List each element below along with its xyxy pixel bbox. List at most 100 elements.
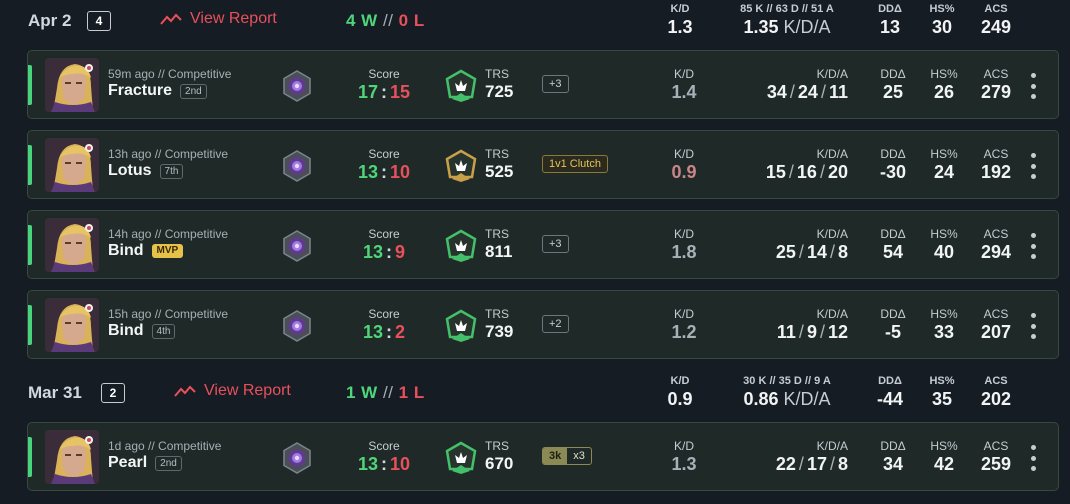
trs-value: 739	[485, 322, 514, 341]
map-name: Lotus	[108, 162, 152, 179]
more-options-icon[interactable]	[1029, 73, 1037, 99]
match-kd: K/D 1.2	[664, 307, 704, 343]
day-kda: 85 K // 63 D // 51 A 1.35 K/D/A	[728, 3, 846, 38]
team-score: 13	[357, 454, 378, 474]
kd-label: K/D	[673, 227, 694, 241]
match-card[interactable]: 1d ago // Competitive Pearl 2nd Score 13…	[27, 422, 1059, 491]
team-score: 17	[357, 82, 378, 102]
stat-label: ACS	[984, 3, 1008, 15]
view-report-link[interactable]: View Report	[160, 10, 277, 28]
kda-breakdown: 85 K // 63 D // 51 A	[740, 3, 834, 15]
trs-icon	[444, 149, 478, 183]
rank-emblem-icon	[281, 150, 313, 182]
more-options-icon[interactable]	[1029, 233, 1037, 259]
agent-portrait	[45, 298, 99, 352]
kills-value: 15	[765, 162, 786, 182]
stat-value: 13	[879, 17, 901, 37]
match-card[interactable]: 59m ago // Competitive Fracture 2nd Scor…	[27, 50, 1059, 119]
match-dd: DDΔ 34	[873, 439, 913, 475]
map-name: Fracture	[108, 82, 173, 99]
trs-icon	[444, 229, 478, 263]
trs-block: TRS 811	[485, 227, 512, 262]
enemy-score: 9	[395, 242, 406, 262]
kda-separator: /	[798, 242, 804, 262]
kda-label: K/D/A	[816, 307, 848, 321]
kda-breakdown: 30 K // 35 D // 9 A	[743, 375, 831, 387]
acs-label: ACS	[983, 67, 1009, 81]
highlight-tag[interactable]: +3	[542, 235, 569, 253]
match-hs: HS% 40	[924, 227, 964, 263]
kda-label: K/D/A	[816, 439, 848, 453]
trs-value: 525	[485, 162, 514, 181]
score-label: Score	[368, 67, 400, 81]
stat-value: -44	[876, 389, 903, 409]
day-header: Mar 31 2 View Report 1 W // 1 L K/D 0.9 …	[0, 372, 1070, 418]
hs-value: 33	[933, 322, 955, 342]
dd-value: -5	[884, 322, 901, 342]
match-kda: K/D/A 11/9/12	[728, 307, 848, 343]
match-card[interactable]: 15h ago // Competitive Bind 4th Score 13…	[27, 290, 1059, 359]
more-options-icon[interactable]	[1029, 313, 1037, 339]
highlight-tag[interactable]: 3k x3	[542, 447, 592, 465]
match-card[interactable]: 14h ago // Competitive Bind MVP Score 13…	[27, 210, 1059, 279]
acs-label: ACS	[983, 227, 1009, 241]
kda-separator: /	[798, 454, 804, 474]
losses-count: 1 L	[398, 383, 425, 402]
stat-label: HS%	[929, 375, 955, 387]
deaths-value: 16	[796, 162, 817, 182]
match-dd: DDΔ 54	[873, 227, 913, 263]
match-acs: ACS 207	[976, 307, 1016, 343]
kills-value: 11	[776, 322, 796, 342]
win-indicator-bar	[28, 225, 32, 265]
trs-block: TRS 670	[485, 439, 513, 474]
stat-value: 202	[980, 389, 1012, 409]
kd-value: 1.3	[671, 454, 697, 474]
kd-value: 1.2	[671, 322, 697, 342]
mvp-badge: MVP	[151, 244, 184, 258]
kills-value: 25	[775, 242, 796, 262]
dd-label: DDΔ	[880, 147, 906, 161]
match-kd: K/D 0.9	[664, 147, 704, 183]
trs-block: TRS 739	[485, 307, 513, 342]
day-date: Apr 2	[28, 11, 72, 30]
more-options-icon[interactable]	[1029, 153, 1037, 179]
match-count-badge: 2	[101, 383, 125, 403]
trs-value: 670	[485, 454, 514, 473]
highlight-tag[interactable]: 1v1 Clutch	[542, 155, 608, 173]
kda-label: K/D/A	[816, 67, 848, 81]
wins-count: 4 W	[346, 11, 378, 30]
score-block: Score 13:2	[338, 307, 430, 343]
day-hs: HS% 30	[922, 3, 962, 38]
kda-unit: K/D/A	[783, 17, 831, 37]
match-card[interactable]: 13h ago // Competitive Lotus 7th Score 1…	[27, 130, 1059, 199]
assists-value: 8	[837, 454, 848, 474]
score-block: Score 13:9	[338, 227, 430, 263]
stat-label: DDΔ	[878, 3, 902, 15]
win-indicator-bar	[28, 437, 32, 477]
wl-separator: //	[382, 383, 394, 402]
stat-value: 35	[931, 389, 953, 409]
score-separator: :	[381, 82, 387, 102]
kda-value: 1.35	[743, 17, 779, 37]
more-options-icon[interactable]	[1029, 445, 1037, 471]
kda-separator: /	[829, 242, 835, 262]
match-dd: DDΔ 25	[873, 67, 913, 103]
match-kda: K/D/A 22/17/8	[728, 439, 848, 475]
hs-label: HS%	[930, 147, 958, 161]
stat-value: 0.9	[667, 389, 693, 409]
view-report-link[interactable]: View Report	[174, 382, 291, 400]
trs-label: TRS	[485, 147, 509, 161]
match-time-mode: 59m ago // Competitive	[108, 67, 232, 81]
win-indicator-bar	[28, 305, 32, 345]
map-line: Lotus 7th	[108, 162, 184, 180]
acs-value: 279	[980, 82, 1012, 102]
stat-value: 249	[980, 17, 1012, 37]
match-acs: ACS 294	[976, 227, 1016, 263]
kd-label: K/D	[673, 439, 694, 453]
assists-value: 11	[828, 82, 848, 102]
highlight-tag[interactable]: +2	[542, 315, 569, 333]
stat-label: ACS	[984, 375, 1008, 387]
match-time-mode: 1d ago // Competitive	[108, 439, 222, 453]
hs-value: 40	[933, 242, 955, 262]
highlight-tag[interactable]: +3	[542, 75, 569, 93]
